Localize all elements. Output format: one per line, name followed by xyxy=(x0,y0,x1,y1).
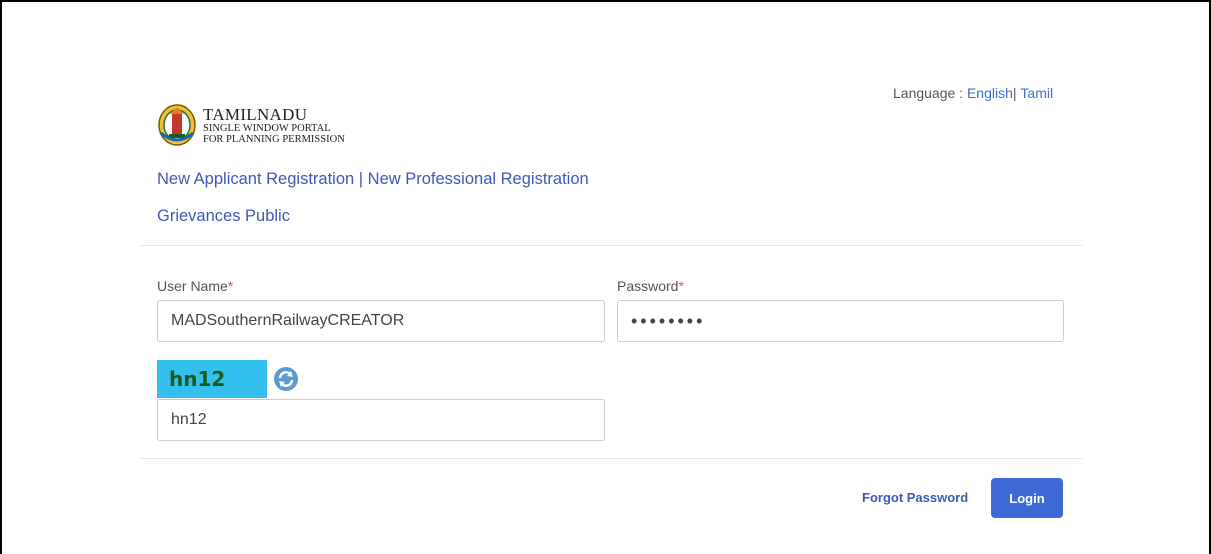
username-label-text: User Name xyxy=(157,278,228,294)
tamil-nadu-emblem-icon xyxy=(158,104,196,146)
registration-links: New Applicant Registration | New Profess… xyxy=(157,170,589,189)
login-button[interactable]: Login xyxy=(991,478,1063,518)
captcha-input[interactable] xyxy=(157,399,605,441)
password-required-mark: * xyxy=(678,278,684,294)
language-english-link[interactable]: English xyxy=(967,85,1013,101)
links-separator: | xyxy=(354,170,368,188)
portal-logo: TAMILNADU SINGLE WINDOW PORTAL FOR PLANN… xyxy=(157,103,345,147)
username-input[interactable] xyxy=(157,300,605,342)
language-label: Language : xyxy=(893,85,967,101)
new-professional-registration-link[interactable]: New Professional Registration xyxy=(368,170,589,188)
divider-top xyxy=(140,245,1082,246)
logo-title: TAMILNADU xyxy=(203,104,308,124)
new-applicant-registration-link[interactable]: New Applicant Registration xyxy=(157,170,354,188)
captcha-image: hn12 xyxy=(157,360,267,398)
page-frame xyxy=(0,0,1211,554)
forgot-password-link[interactable]: Forgot Password xyxy=(862,490,968,505)
refresh-icon xyxy=(274,367,298,391)
username-required-mark: * xyxy=(227,278,234,294)
divider-bottom xyxy=(140,458,1082,459)
captcha-text: hn12 xyxy=(169,367,226,391)
password-masked-value: •••••••• xyxy=(631,311,706,331)
language-switcher: Language : English| Tamil xyxy=(893,85,1053,101)
logo-subtitle-line2: FOR PLANNING PERMISSION xyxy=(203,133,345,145)
language-tamil-link[interactable]: Tamil xyxy=(1020,85,1053,101)
password-label: Password* xyxy=(617,278,684,294)
password-input[interactable]: •••••••• xyxy=(617,300,1064,342)
logo-subtitle-line1: SINGLE WINDOW PORTAL xyxy=(203,122,331,134)
language-separator: | xyxy=(1012,85,1017,101)
captcha-refresh-button[interactable] xyxy=(273,366,299,397)
username-label: User Name* xyxy=(157,278,233,294)
password-label-text: Password xyxy=(617,278,679,294)
grievances-public-link[interactable]: Grievances Public xyxy=(157,207,290,226)
logo-text: TAMILNADU SINGLE WINDOW PORTAL FOR PLANN… xyxy=(203,106,345,145)
